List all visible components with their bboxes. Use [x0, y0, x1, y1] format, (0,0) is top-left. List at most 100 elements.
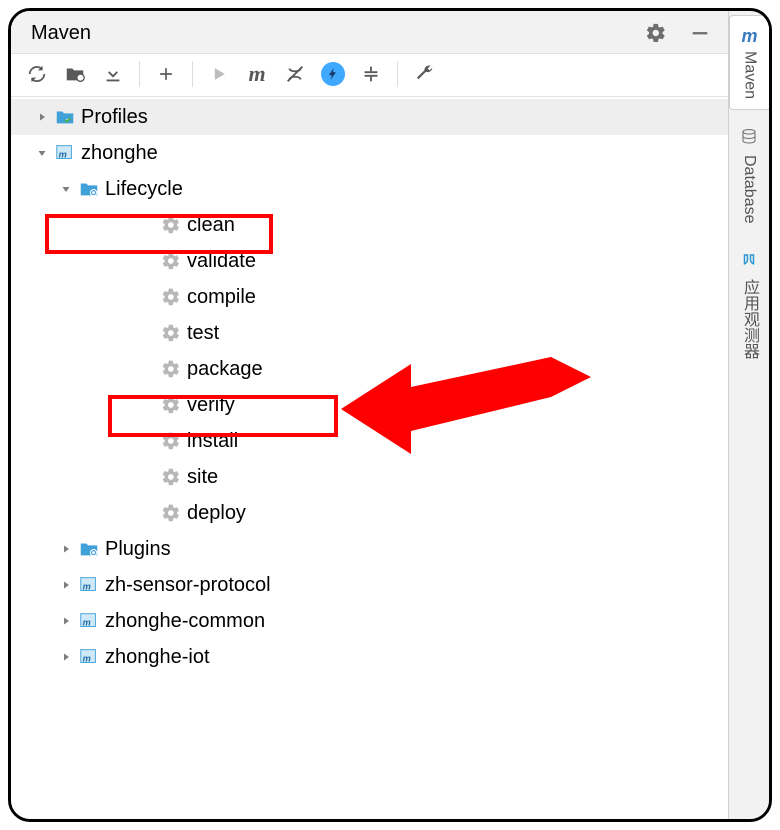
database-icon: [740, 128, 758, 151]
tree-goal-install[interactable]: install: [11, 423, 728, 459]
generate-sources-button[interactable]: [61, 60, 89, 88]
tree-label: install: [187, 430, 238, 453]
tree-label: Plugins: [105, 538, 171, 561]
chevron-right-icon[interactable]: [57, 615, 75, 627]
tree-goal-verify[interactable]: verify: [11, 387, 728, 423]
gear-icon: [159, 213, 183, 237]
tree-label: zhonghe-common: [105, 610, 265, 633]
maven-module-icon: m: [53, 141, 77, 165]
execute-goal-button[interactable]: m: [243, 60, 271, 88]
m-icon: m: [742, 26, 758, 47]
tree-node-project[interactable]: m zhonghe: [11, 135, 728, 171]
tree-label: test: [187, 322, 219, 345]
chevron-right-icon[interactable]: [57, 651, 75, 663]
tree-node-profiles[interactable]: Profiles: [11, 99, 728, 135]
tree-goal-site[interactable]: site: [11, 459, 728, 495]
folder-gear-icon: [77, 177, 101, 201]
tree-label: Lifecycle: [105, 178, 183, 201]
tree-node-module[interactable]: m zhonghe-iot: [11, 639, 728, 675]
tree-node-module[interactable]: m zh-sensor-protocol: [11, 567, 728, 603]
skip-tests-button[interactable]: [319, 60, 347, 88]
toolbar-separator: [192, 61, 193, 87]
add-project-button[interactable]: [152, 60, 180, 88]
settings-button[interactable]: [642, 19, 670, 47]
offline-icon: [284, 63, 306, 85]
lightning-icon: [321, 62, 345, 86]
sidebar-tab-observer[interactable]: 应用观测器: [735, 242, 763, 369]
maven-module-icon: m: [77, 645, 101, 669]
tree-label: clean: [187, 214, 235, 237]
gear-icon: [159, 501, 183, 525]
sidebar-label: Database: [740, 155, 758, 224]
tree-label: verify: [187, 394, 235, 417]
tree-node-lifecycle[interactable]: Lifecycle: [11, 171, 728, 207]
build-settings-button[interactable]: [410, 60, 438, 88]
gear-icon: [159, 321, 183, 345]
right-sidebar: m Maven Database 应用观测器: [729, 11, 769, 819]
folder-gear-icon: [77, 537, 101, 561]
tree-node-plugins[interactable]: Plugins: [11, 531, 728, 567]
svg-text:m: m: [83, 654, 91, 664]
show-dependencies-button[interactable]: [357, 60, 385, 88]
run-button[interactable]: [205, 60, 233, 88]
reload-button[interactable]: [23, 60, 51, 88]
sidebar-tab-database[interactable]: Database: [738, 118, 760, 234]
tree-goal-clean[interactable]: clean: [11, 207, 728, 243]
observer-icon: [740, 252, 758, 275]
tree-label: deploy: [187, 502, 246, 525]
svg-text:m: m: [83, 618, 91, 628]
folder-check-icon: [53, 105, 77, 129]
tree-label: site: [187, 466, 218, 489]
toggle-offline-button[interactable]: [281, 60, 309, 88]
panel-title: Maven: [31, 22, 91, 45]
gear-icon: [159, 357, 183, 381]
chevron-down-icon[interactable]: [57, 183, 75, 195]
tree-goal-deploy[interactable]: deploy: [11, 495, 728, 531]
toolbar-separator: [397, 61, 398, 87]
minimize-button[interactable]: [686, 19, 714, 47]
tree-label: package: [187, 358, 263, 381]
gear-icon: [159, 429, 183, 453]
tree-goal-package[interactable]: package: [11, 351, 728, 387]
tree-label: zh-sensor-protocol: [105, 574, 271, 597]
sidebar-label: Maven: [741, 51, 759, 99]
chevron-down-icon[interactable]: [33, 147, 51, 159]
chevron-right-icon[interactable]: [57, 543, 75, 555]
gear-icon: [159, 393, 183, 417]
tree-goal-validate[interactable]: validate: [11, 243, 728, 279]
tree-goal-compile[interactable]: compile: [11, 279, 728, 315]
maven-tree: Profiles m zhonghe Li: [11, 97, 728, 819]
gear-icon: [159, 249, 183, 273]
tree-goal-test[interactable]: test: [11, 315, 728, 351]
gear-icon: [645, 22, 667, 44]
plus-icon: [156, 64, 176, 84]
gear-icon: [159, 285, 183, 309]
sidebar-tab-maven[interactable]: m Maven: [729, 15, 769, 110]
tree-label: zhonghe: [81, 142, 158, 165]
wrench-icon: [413, 63, 435, 85]
tree-label: validate: [187, 250, 256, 273]
download-icon: [102, 63, 124, 85]
download-sources-button[interactable]: [99, 60, 127, 88]
refresh-icon: [26, 63, 48, 85]
maven-module-icon: m: [77, 609, 101, 633]
panel-titlebar: Maven: [11, 11, 728, 54]
tree-label: compile: [187, 286, 256, 309]
play-icon: [209, 64, 229, 84]
dependencies-icon: [360, 63, 382, 85]
maven-module-icon: m: [77, 573, 101, 597]
m-icon: m: [248, 61, 265, 87]
chevron-right-icon[interactable]: [33, 111, 51, 123]
svg-text:m: m: [59, 150, 67, 160]
folder-refresh-icon: [64, 63, 86, 85]
gear-icon: [159, 465, 183, 489]
minimize-icon: [689, 22, 711, 44]
tree-label: Profiles: [81, 106, 148, 129]
tree-label: zhonghe-iot: [105, 646, 210, 669]
chevron-right-icon[interactable]: [57, 579, 75, 591]
maven-toolbar: m: [11, 54, 728, 97]
sidebar-label: 应用观测器: [737, 279, 761, 359]
svg-text:m: m: [83, 582, 91, 592]
tree-node-module[interactable]: m zhonghe-common: [11, 603, 728, 639]
toolbar-separator: [139, 61, 140, 87]
